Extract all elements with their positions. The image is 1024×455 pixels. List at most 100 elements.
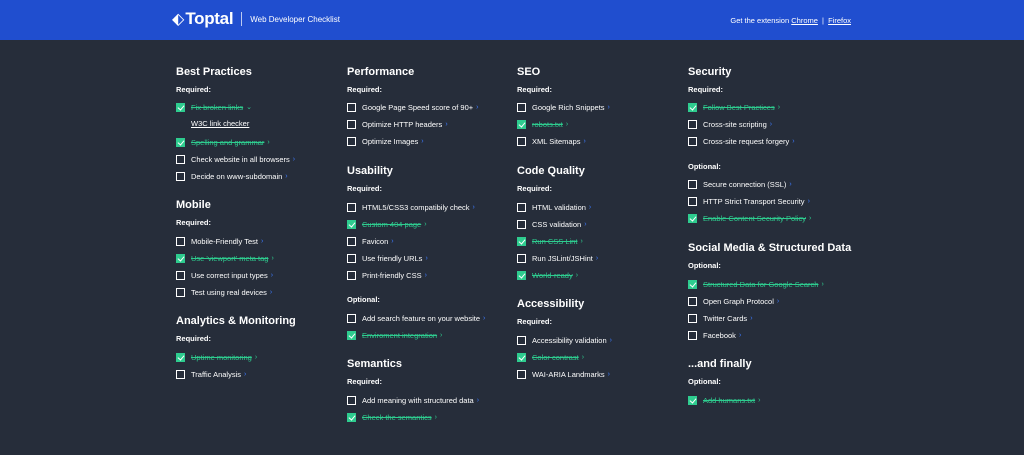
checklist-item[interactable]: Use 'viewport' meta tag ›	[176, 252, 274, 264]
chevron-right-icon[interactable]: ›	[271, 255, 273, 262]
chevron-right-icon[interactable]: ›	[580, 238, 582, 245]
checkbox[interactable]	[688, 213, 697, 223]
checklist-item[interactable]: Use correct input types ›	[176, 269, 273, 281]
checklist-item[interactable]: Fix broken links ⌄	[176, 101, 252, 113]
chevron-right-icon[interactable]: ›	[425, 272, 427, 279]
chevron-right-icon[interactable]: ›	[440, 332, 442, 339]
chevron-right-icon[interactable]: ›	[750, 315, 752, 322]
checkbox[interactable]	[517, 352, 526, 362]
chevron-right-icon[interactable]: ›	[271, 272, 273, 279]
checklist-item[interactable]: robots.txt ›	[517, 118, 568, 130]
chevron-right-icon[interactable]: ›	[584, 221, 586, 228]
toptal-logo-icon[interactable]: ⬖	[172, 9, 184, 29]
chevron-right-icon[interactable]: ›	[596, 255, 598, 262]
checklist-item[interactable]: Cross-site scripting ›	[688, 118, 772, 130]
chevron-right-icon[interactable]: ›	[445, 121, 447, 128]
checkbox[interactable]	[347, 330, 356, 340]
checkbox[interactable]	[688, 395, 697, 405]
checkbox[interactable]	[176, 137, 185, 147]
checklist-item[interactable]: Run JSLint/JSHint ›	[517, 252, 598, 264]
checkbox[interactable]	[688, 313, 697, 323]
checklist-item[interactable]: World-ready ›	[517, 269, 578, 281]
checklist-item[interactable]: Run CSS Lint ›	[517, 235, 583, 247]
chevron-right-icon[interactable]: ›	[778, 104, 780, 111]
checkbox[interactable]	[517, 136, 526, 146]
chevron-right-icon[interactable]: ›	[808, 198, 810, 205]
checklist-item[interactable]: Add meaning with structured data ›	[347, 394, 479, 406]
chevron-right-icon[interactable]: ›	[477, 397, 479, 404]
chevron-right-icon[interactable]: ›	[770, 121, 772, 128]
firefox-link[interactable]: Firefox	[828, 16, 851, 25]
checklist-item[interactable]: Decide on www-subdomain ›	[176, 170, 288, 182]
checklist-item[interactable]: Check website in all browsers ›	[176, 153, 295, 165]
checkbox[interactable]	[176, 369, 185, 379]
checklist-item[interactable]: HTML validation ›	[517, 201, 591, 213]
checklist-item[interactable]: Optimize HTTP headers ›	[347, 118, 448, 130]
chevron-right-icon[interactable]: ›	[589, 204, 591, 211]
checkbox[interactable]	[176, 154, 185, 164]
checklist-item[interactable]: Custom 404 page ›	[347, 218, 427, 230]
checkbox[interactable]	[347, 313, 356, 323]
checklist-item[interactable]: Traffic Analysis ›	[176, 368, 246, 380]
checkbox[interactable]	[688, 279, 697, 289]
checkbox[interactable]	[688, 119, 697, 129]
checklist-item[interactable]: WAI-ARIA Landmarks ›	[517, 368, 610, 380]
checklist-item[interactable]: Check the semantics ›	[347, 411, 437, 423]
checklist-item[interactable]: Print-friendly CSS ›	[347, 269, 427, 281]
checkbox[interactable]	[347, 119, 356, 129]
chevron-right-icon[interactable]: ›	[566, 121, 568, 128]
checkbox[interactable]	[517, 335, 526, 345]
checklist-item[interactable]: Enviroment integration ›	[347, 329, 442, 341]
checkbox[interactable]	[176, 253, 185, 263]
chevron-right-icon[interactable]: ›	[821, 281, 823, 288]
checkbox[interactable]	[176, 270, 185, 280]
checklist-item[interactable]: HTML5/CSS3 compatibily check ›	[347, 201, 475, 213]
checklist-item[interactable]: Add humans.txt ›	[688, 394, 760, 406]
checklist-item[interactable]: Use friendly URLs ›	[347, 252, 428, 264]
chevron-right-icon[interactable]: ›	[739, 332, 741, 339]
checkbox[interactable]	[688, 196, 697, 206]
checkbox[interactable]	[176, 352, 185, 362]
checkbox[interactable]	[688, 136, 697, 146]
checklist-item[interactable]: Structured Data for Google Search ›	[688, 278, 824, 290]
chevron-right-icon[interactable]: ›	[476, 104, 478, 111]
checkbox[interactable]	[517, 102, 526, 112]
checklist-item[interactable]: Facebook ›	[688, 329, 741, 341]
checkbox[interactable]	[347, 102, 356, 112]
checklist-item[interactable]: Twitter Cards ›	[688, 312, 753, 324]
checklist-item[interactable]: CSS validation ›	[517, 218, 587, 230]
checklist-item[interactable]: XML Sitemaps ›	[517, 135, 586, 147]
chevron-right-icon[interactable]: ›	[608, 371, 610, 378]
checklist-item[interactable]: Enable Content Security Policy ›	[688, 212, 811, 224]
chevron-right-icon[interactable]: ›	[483, 315, 485, 322]
chevron-right-icon[interactable]: ›	[473, 204, 475, 211]
chevron-down-icon[interactable]: ⌄	[246, 103, 252, 111]
checklist-item[interactable]: Test using real devices ›	[176, 286, 272, 298]
checkbox[interactable]	[176, 171, 185, 181]
checklist-item[interactable]: Accessibility validation ›	[517, 334, 612, 346]
checklist-item[interactable]: Secure connection (SSL) ›	[688, 178, 792, 190]
chevron-right-icon[interactable]: ›	[582, 354, 584, 361]
chevron-right-icon[interactable]: ›	[789, 181, 791, 188]
w3c-link-checker-link[interactable]: W3C link checker	[191, 119, 249, 128]
checkbox[interactable]	[347, 202, 356, 212]
chevron-right-icon[interactable]: ›	[425, 255, 427, 262]
chevron-right-icon[interactable]: ›	[293, 156, 295, 163]
checkbox[interactable]	[517, 270, 526, 280]
checkbox[interactable]	[688, 102, 697, 112]
checkbox[interactable]	[517, 219, 526, 229]
chevron-right-icon[interactable]: ›	[610, 337, 612, 344]
checklist-item[interactable]: Uptime monitoring ›	[176, 351, 257, 363]
checklist-item[interactable]: Mobile-Friendly Test ›	[176, 235, 263, 247]
checkbox[interactable]	[688, 296, 697, 306]
checklist-item[interactable]: Color contrast ›	[517, 351, 584, 363]
chevron-right-icon[interactable]: ›	[267, 139, 269, 146]
checkbox[interactable]	[688, 179, 697, 189]
checklist-item[interactable]: Cross-site request forgery ›	[688, 135, 795, 147]
checklist-item[interactable]: Google Page Speed score of 90+ ›	[347, 101, 478, 113]
checkbox[interactable]	[347, 395, 356, 405]
chevron-right-icon[interactable]: ›	[758, 397, 760, 404]
chevron-right-icon[interactable]: ›	[421, 138, 423, 145]
chevron-right-icon[interactable]: ›	[255, 354, 257, 361]
checklist-item[interactable]: Add search feature on your website ›	[347, 312, 485, 324]
